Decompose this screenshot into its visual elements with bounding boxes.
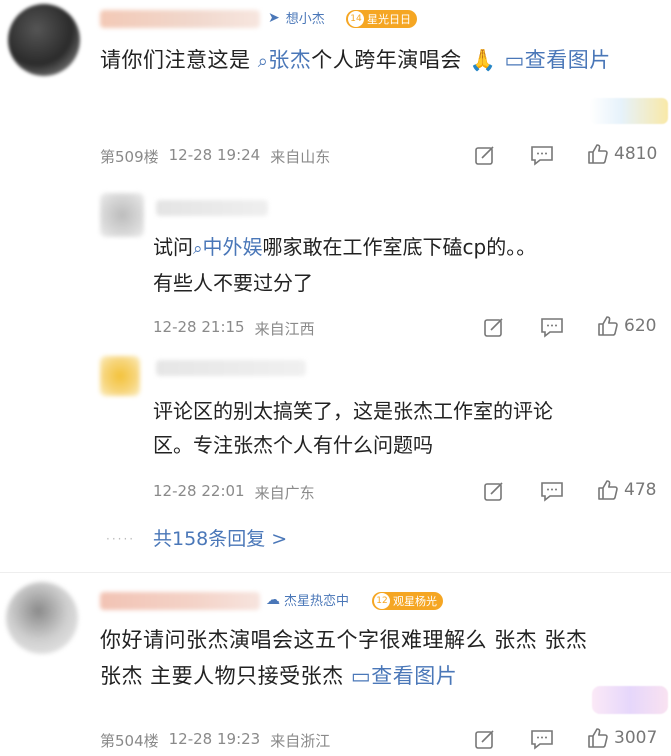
thumbs-up-icon — [588, 728, 608, 748]
timestamp: 12-28 21:15 — [153, 318, 245, 336]
timestamp: 12-28 22:01 — [153, 482, 245, 500]
comment-meta: 第504楼 12-28 19:23 来自浙江 — [100, 730, 330, 751]
location: 来自江西 — [254, 320, 315, 338]
badge-text: 星光日日 — [367, 13, 411, 26]
share-button[interactable] — [474, 144, 496, 166]
comment-button[interactable] — [540, 480, 564, 502]
sticker-decoration — [590, 98, 668, 124]
like-count: 4810 — [614, 144, 658, 164]
fan-tag-label: 想小杰 — [285, 12, 325, 27]
avatar[interactable] — [8, 4, 80, 76]
search-icon: ⌕ — [257, 51, 269, 72]
like-button[interactable]: 3007 — [586, 726, 657, 750]
view-image-link[interactable]: ▭查看图片 — [351, 664, 457, 688]
comment-icon — [531, 146, 553, 166]
image-icon: ▭ — [504, 48, 525, 72]
username-blurred[interactable] — [156, 200, 268, 216]
share-button[interactable] — [474, 728, 496, 750]
username-blurred[interactable] — [100, 10, 260, 28]
reply-meta: 12-28 21:15 来自江西 — [153, 318, 315, 339]
search-icon: ⌕ — [193, 239, 203, 259]
location: 来自广东 — [254, 484, 315, 502]
comment-icon — [541, 482, 563, 502]
like-button[interactable]: 4810 — [586, 142, 657, 166]
comment-button[interactable] — [530, 144, 554, 166]
fan-tag[interactable]: ➤ 想小杰 — [268, 8, 325, 28]
topic-link[interactable]: ⌕张杰 — [258, 48, 312, 72]
share-icon — [475, 146, 494, 165]
thumbs-up-icon — [598, 480, 618, 500]
fan-tag-label: 杰星热恋中 — [284, 594, 350, 609]
like-count: 478 — [624, 480, 657, 500]
username-blurred[interactable] — [156, 360, 306, 376]
reply-text: 评论区的别太搞笑了，这是张杰工作室的评论 区。专注张杰个人有什么问题吗 — [153, 399, 553, 457]
comment-icon — [531, 730, 553, 750]
like-count: 3007 — [614, 728, 658, 748]
avatar[interactable] — [6, 582, 78, 654]
share-button[interactable] — [483, 316, 505, 338]
timestamp: 12-28 19:24 — [168, 146, 261, 164]
image-icon: ▭ — [350, 664, 372, 688]
comment-button[interactable] — [530, 728, 554, 750]
fan-level-badge[interactable]: 14 星光日日 — [346, 10, 417, 28]
comment-meta: 第509楼 12-28 19:24 来自山东 — [100, 146, 330, 167]
fan-tag[interactable]: ☁ 杰星热恋中 — [266, 590, 350, 610]
comment-text: 请你们注意这是 ⌕张杰个人跨年演唱会 🙏 ▭查看图片 — [100, 48, 611, 72]
like-count: 620 — [624, 316, 657, 336]
avatar[interactable] — [100, 356, 140, 396]
paper-plane-icon: ➤ — [268, 9, 280, 26]
avatar[interactable] — [100, 193, 144, 237]
sticker-decoration — [592, 686, 668, 714]
more-dots: ····· — [106, 532, 136, 546]
pray-emoji-icon: 🙏 — [469, 48, 497, 72]
share-icon — [484, 482, 503, 501]
comment-button[interactable] — [540, 316, 564, 338]
location: 来自浙江 — [270, 732, 331, 750]
share-button[interactable] — [483, 480, 505, 502]
thumbs-up-icon — [598, 316, 618, 336]
like-button[interactable]: 620 — [596, 314, 656, 338]
like-button[interactable]: 478 — [596, 478, 656, 502]
comment-icon — [541, 318, 563, 338]
badge-text: 观星杨光 — [393, 595, 437, 608]
star-fan-icon: ☁ — [266, 591, 280, 608]
floor-number: 第509楼 — [100, 148, 159, 166]
username-blurred[interactable] — [100, 592, 260, 610]
topic-link[interactable]: ⌕中外娱 — [193, 235, 263, 259]
divider — [0, 572, 671, 573]
timestamp: 12-28 19:23 — [168, 730, 261, 748]
location: 来自山东 — [270, 148, 331, 166]
fan-level-badge[interactable]: 12 观星杨光 — [372, 592, 443, 610]
reply-text: 试问⌕中外娱哪家敢在工作室底下磕cp的。。 有些人不要过分了 — [153, 235, 537, 295]
reply-meta: 12-28 22:01 来自广东 — [153, 482, 315, 503]
view-image-link[interactable]: ▭查看图片 — [504, 48, 610, 72]
share-icon — [475, 730, 494, 749]
badge-level: 12 — [374, 593, 390, 609]
comment-text: 你好请问张杰演唱会这五个字很难理解么 张杰 张杰 张杰 主要人物只接受张杰 ▭查… — [100, 628, 588, 688]
more-replies-link[interactable]: 共158条回复 > — [153, 524, 287, 551]
badge-level: 14 — [348, 11, 364, 27]
share-icon — [484, 318, 503, 337]
thumbs-up-icon — [588, 144, 608, 164]
floor-number: 第504楼 — [100, 732, 159, 750]
